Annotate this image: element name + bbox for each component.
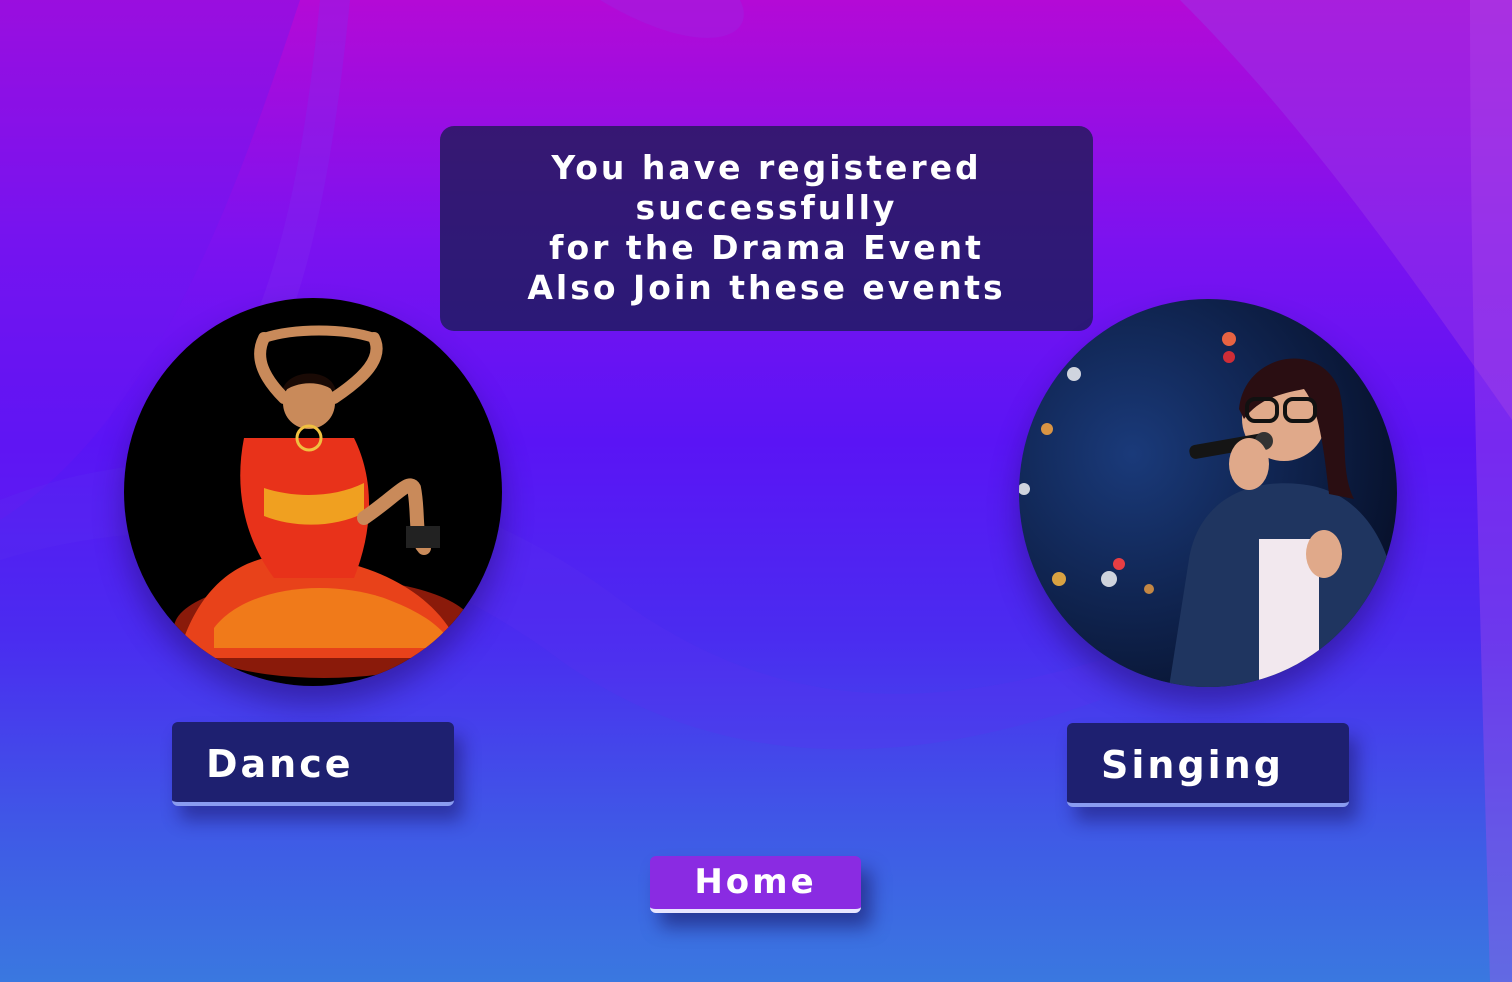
- dance-button-label: Dance: [206, 742, 354, 786]
- registration-message: You have registered successfully for the…: [440, 126, 1093, 331]
- singing-button-label: Singing: [1101, 743, 1284, 787]
- message-line-3: for the Drama Event: [549, 228, 984, 267]
- message-line-4: Also Join these events: [527, 268, 1006, 307]
- home-button[interactable]: Home: [650, 856, 861, 913]
- dance-image: [124, 298, 502, 686]
- home-button-label: Home: [694, 862, 817, 902]
- message-line-1: You have registered: [551, 148, 982, 187]
- singing-image: [1019, 299, 1397, 687]
- dance-button[interactable]: Dance: [172, 722, 454, 806]
- singing-button[interactable]: Singing: [1067, 723, 1349, 807]
- message-line-2: successfully: [635, 188, 898, 227]
